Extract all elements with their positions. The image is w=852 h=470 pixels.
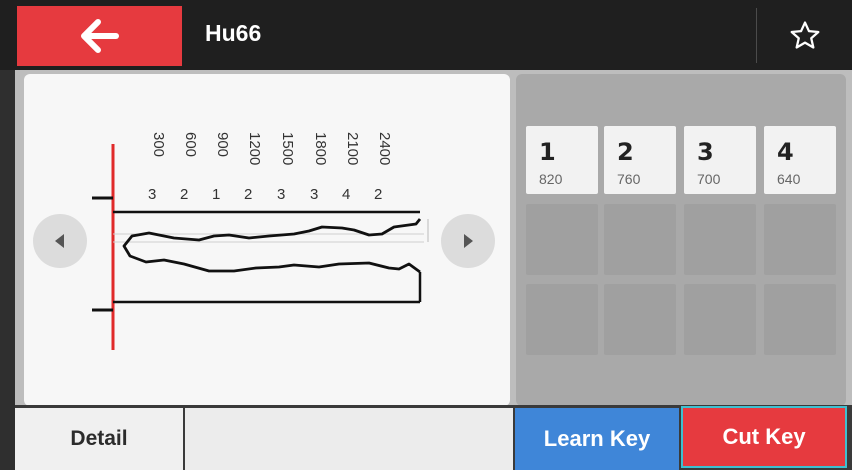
learn-key-button[interactable]: Learn Key: [515, 408, 679, 470]
star-outline-icon: [790, 21, 820, 49]
cut-depth-value: 760: [617, 171, 641, 187]
cut-cell[interactable]: 2 760: [604, 126, 676, 194]
cut-depth-value: 640: [777, 171, 801, 187]
detail-button[interactable]: Detail: [15, 408, 183, 470]
spacing-label: 300: [150, 132, 167, 158]
header-divider: [756, 8, 757, 63]
arrow-left-icon: [80, 19, 119, 53]
cut-cell[interactable]: 1 820: [526, 126, 598, 194]
key-drawing-panel: 300 600 900 1200 1500 1800 2100 2400 3 2 1 2 3 3 4 2: [24, 74, 510, 406]
cut-grid-panel: 1 820 2 760 3 700 4 640: [516, 74, 846, 406]
spacing-label: 1500: [279, 132, 296, 166]
spacing-label: 2100: [344, 132, 361, 166]
cut-depth-value: 700: [697, 171, 721, 187]
spacing-label: 600: [182, 132, 199, 158]
depth-label: 3: [277, 186, 286, 203]
cut-cell[interactable]: 4 640: [764, 126, 836, 194]
left-edge: [0, 70, 15, 470]
depth-label: 1: [212, 186, 221, 203]
favorite-button[interactable]: [770, 12, 840, 60]
page-title: Hu66: [205, 20, 262, 46]
depth-label: 2: [180, 186, 189, 203]
empty-cut-cell[interactable]: [604, 284, 676, 355]
spacing-label: 2400: [376, 132, 393, 166]
empty-cut-cell[interactable]: [764, 284, 836, 355]
depth-label: 2: [374, 186, 383, 203]
empty-cut-cell[interactable]: [684, 204, 756, 275]
back-button[interactable]: [17, 6, 182, 66]
cut-number: 2: [617, 138, 634, 166]
spacing-label: 1800: [312, 132, 329, 166]
empty-cut-cell[interactable]: [526, 284, 598, 355]
spacing-label: 900: [214, 132, 231, 158]
cut-cell[interactable]: 3 700: [684, 126, 756, 194]
depth-label: 3: [310, 186, 319, 203]
cut-number: 1: [539, 138, 556, 166]
cut-depth-value: 820: [539, 171, 563, 187]
empty-cut-cell[interactable]: [684, 284, 756, 355]
empty-cut-cell[interactable]: [764, 204, 836, 275]
spacing-label: 1200: [246, 132, 263, 166]
cut-number: 3: [697, 138, 714, 166]
cut-key-button[interactable]: Cut Key: [681, 406, 847, 468]
cut-number: 4: [777, 138, 794, 166]
depth-label: 4: [342, 186, 351, 203]
depth-label: 2: [244, 186, 253, 203]
key-profile-drawing: [92, 144, 429, 350]
bottom-blank-area: [185, 408, 513, 470]
depth-label: 3: [148, 186, 157, 203]
empty-cut-cell[interactable]: [604, 204, 676, 275]
empty-cut-cell[interactable]: [526, 204, 598, 275]
